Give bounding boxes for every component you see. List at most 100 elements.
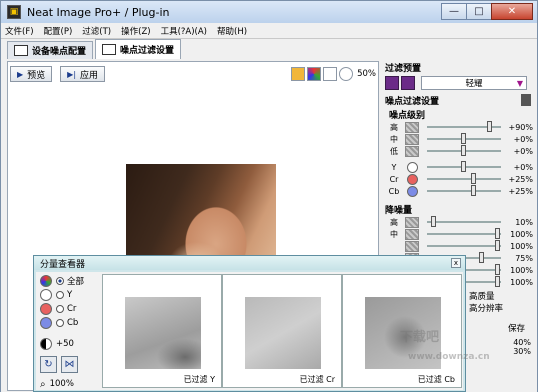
- window-title: Neat Image Pro+ / Plug-in: [27, 5, 170, 19]
- slider-thumb[interactable]: [461, 161, 466, 172]
- noise-swatch-icon: [405, 228, 419, 240]
- menu-profile[interactable]: 配置(P): [44, 25, 73, 37]
- reduction-value: 100%: [510, 265, 533, 275]
- color-channels-icon[interactable]: [307, 67, 322, 81]
- channel-label: Cr: [389, 174, 399, 184]
- reduction-label: 中: [390, 229, 398, 239]
- dialog-title: 分量查看器: [40, 259, 86, 270]
- pane-caption: 已过滤 Y: [183, 375, 215, 384]
- level-slider[interactable]: [427, 145, 501, 156]
- contrast-icon[interactable]: [323, 67, 338, 81]
- apply-button[interactable]: ▶| 应用: [60, 66, 106, 82]
- menu-tools[interactable]: 工具(?A)(A): [161, 25, 207, 37]
- level-slider[interactable]: [427, 133, 501, 144]
- reduction-value: 100%: [510, 229, 533, 239]
- option-label: Y: [67, 290, 73, 300]
- blue-channel-icon: [40, 317, 52, 329]
- dialog-body: 全部 Y Cr Cb +50 ↻ ⋈ ⌕ 100% 已过滤 Y 已过滤 Cr 已…: [36, 272, 463, 390]
- view-controls: 50%: [289, 67, 376, 81]
- compare-icon[interactable]: ⋈: [61, 355, 78, 373]
- watermark-url: www.downza.cn: [408, 352, 490, 362]
- option-label: Cr: [67, 304, 77, 314]
- preview-toolbar: ▶ 预览 ▶| 应用 50%: [10, 64, 376, 84]
- zoom-icon[interactable]: [339, 67, 354, 81]
- level-slider[interactable]: [427, 121, 501, 132]
- slider-thumb[interactable]: [479, 252, 484, 263]
- radio-cr[interactable]: [56, 305, 64, 313]
- dialog-title-bar[interactable]: 分量查看器 x: [34, 256, 465, 270]
- apply-button-label: 应用: [80, 70, 99, 81]
- blue-channel-icon: [407, 185, 418, 197]
- slider-thumb[interactable]: [431, 216, 436, 227]
- preset-value: 轻耀: [465, 79, 483, 89]
- close-button[interactable]: ✕: [491, 3, 533, 20]
- high-quality-option[interactable]: 高质量: [469, 290, 535, 302]
- slider-thumb[interactable]: [461, 145, 466, 156]
- radio-cb[interactable]: [56, 319, 64, 327]
- luminance-icon: [407, 161, 418, 173]
- contrast-value[interactable]: +50: [56, 339, 74, 349]
- option-all[interactable]: 全部: [40, 274, 100, 288]
- slider-thumb[interactable]: [471, 173, 476, 184]
- option-y[interactable]: Y: [40, 288, 100, 302]
- reduction-slider[interactable]: [427, 216, 501, 227]
- reduction-slider[interactable]: [427, 240, 501, 251]
- camera-icon: [14, 45, 28, 56]
- channel-slider[interactable]: [427, 185, 501, 196]
- pane-filtered-cr[interactable]: 已过滤 Cr: [222, 274, 342, 388]
- reduction-value: 10%: [515, 217, 533, 227]
- reduction-row: 高 10%: [383, 216, 535, 228]
- dialog-close-button[interactable]: x: [451, 258, 461, 268]
- contrast-icon: [40, 338, 52, 350]
- slider-thumb[interactable]: [471, 185, 476, 196]
- pane-caption: 已过滤 Cr: [299, 375, 335, 384]
- tab-noise-filter-settings[interactable]: 噪点过滤设置: [95, 39, 182, 59]
- option-cr[interactable]: Cr: [40, 302, 100, 316]
- reduction-slider[interactable]: [427, 228, 501, 239]
- save-button[interactable]: 保存: [508, 324, 525, 334]
- menu-help[interactable]: 帮助(H): [217, 25, 247, 37]
- channel-slider[interactable]: [427, 161, 501, 172]
- palette-icon[interactable]: [291, 67, 306, 81]
- app-logo-icon: ▣: [7, 5, 21, 19]
- pane-filtered-y[interactable]: 已过滤 Y: [102, 274, 222, 388]
- radio-all[interactable]: [56, 277, 64, 285]
- save-preset-icon[interactable]: [401, 76, 415, 90]
- load-preset-icon[interactable]: [385, 76, 399, 90]
- minimize-button[interactable]: —: [441, 3, 467, 20]
- menu-action[interactable]: 操作(Z): [121, 25, 150, 37]
- channel-value: +25%: [508, 186, 533, 196]
- slider-thumb[interactable]: [495, 240, 500, 251]
- high-resolution-option[interactable]: 高分辨率: [469, 302, 535, 314]
- radio-y[interactable]: [56, 291, 64, 299]
- tab-device-noise-profile[interactable]: 设备噪点配置: [7, 41, 94, 59]
- title-bar[interactable]: ▣ Neat Image Pro+ / Plug-in — □ ✕: [1, 1, 537, 23]
- menu-file[interactable]: 文件(F): [5, 25, 34, 37]
- all-channels-icon: [40, 275, 52, 287]
- preset-title: 过滤预置: [385, 64, 422, 74]
- slider-thumb[interactable]: [487, 121, 492, 132]
- slider-thumb[interactable]: [495, 228, 500, 239]
- component-image: [245, 297, 321, 369]
- preset-dropdown[interactable]: 轻耀 ▼: [421, 76, 527, 90]
- slider-thumb[interactable]: [461, 133, 466, 144]
- slider-thumb[interactable]: [495, 264, 500, 275]
- refresh-icon[interactable]: ↻: [40, 355, 57, 373]
- chevron-down-icon: ▼: [516, 78, 523, 88]
- red-channel-icon: [40, 303, 52, 315]
- component-viewer-dialog: 分量查看器 x 全部 Y Cr Cb +50 ↻ ⋈ ⌕ 100% 已过滤 Y …: [33, 255, 466, 392]
- tab-strip: 设备噪点配置 噪点过滤设置: [7, 39, 183, 59]
- channel-label: Y: [391, 162, 397, 172]
- trash-icon[interactable]: [521, 94, 531, 106]
- filter-settings-header: 噪点过滤设置: [385, 94, 535, 107]
- preset-row: 轻耀 ▼: [383, 76, 535, 90]
- zoom-value[interactable]: 100%: [50, 379, 74, 389]
- option-cb[interactable]: Cb: [40, 316, 100, 330]
- slider-thumb[interactable]: [495, 276, 500, 287]
- view-buttons-row: ↻ ⋈: [40, 354, 100, 374]
- maximize-button[interactable]: □: [466, 3, 492, 20]
- channel-slider[interactable]: [427, 173, 501, 184]
- component-image: [125, 297, 201, 369]
- preview-button[interactable]: ▶ 预览: [10, 66, 53, 82]
- menu-filter[interactable]: 过滤(T): [82, 25, 111, 37]
